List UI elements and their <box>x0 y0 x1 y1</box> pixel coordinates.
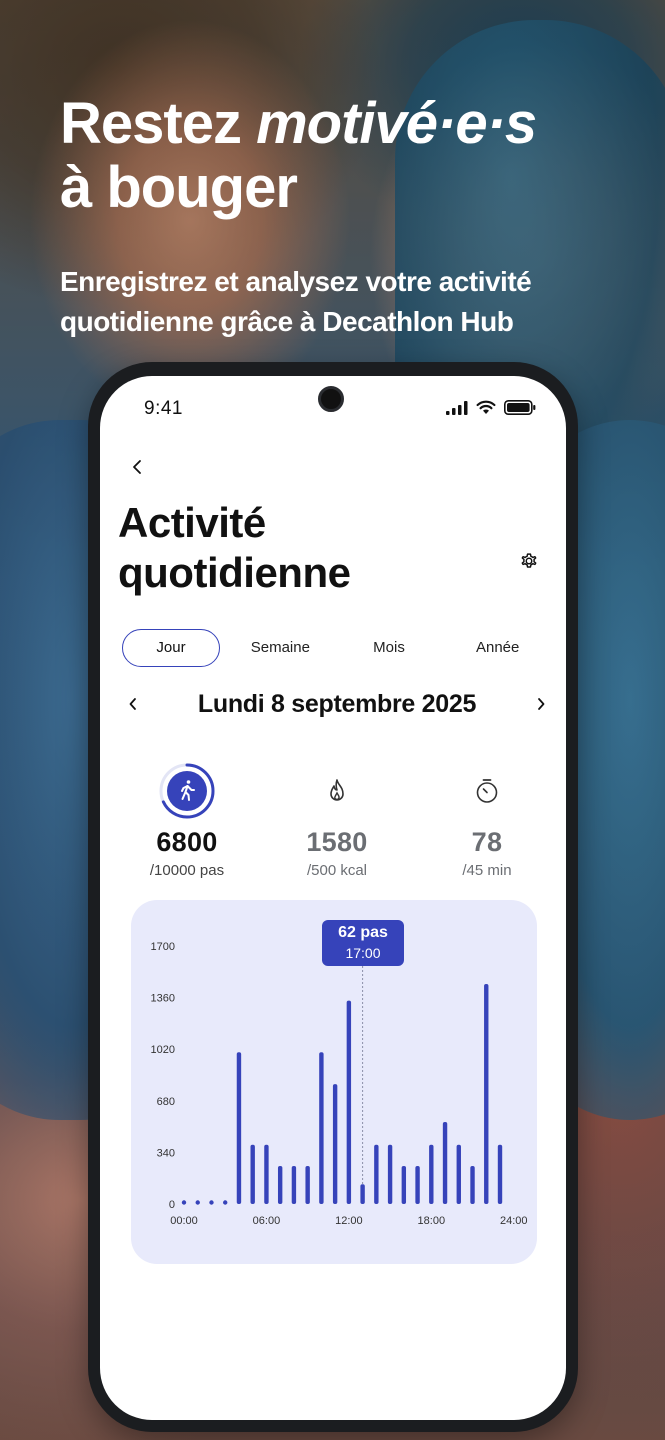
battery-icon <box>504 400 536 415</box>
status-time: 9:41 <box>144 398 183 419</box>
chart-bar[interactable] <box>223 1200 228 1205</box>
date-navigator: Lundi 8 septembre 2025 <box>122 686 552 722</box>
chevron-left-icon <box>133 460 141 474</box>
duration-value: 78 <box>471 827 503 857</box>
chart-bar[interactable] <box>291 1166 297 1204</box>
tooltip-value: 62 pas <box>338 924 388 941</box>
steps-value: 6800 <box>156 827 218 857</box>
calories-value: 1580 <box>306 827 368 857</box>
chart-bar[interactable] <box>497 1144 503 1204</box>
x-tick-label: 18:00 <box>418 1215 446 1227</box>
chart-bar[interactable] <box>484 983 489 1204</box>
y-tick-label: 680 <box>157 1096 175 1108</box>
chart-bar[interactable] <box>415 1166 420 1204</box>
settings-button[interactable] <box>518 550 540 572</box>
stopwatch-icon <box>476 779 498 803</box>
chart-bar[interactable] <box>277 1166 283 1204</box>
headline: Restez motivé·e·s à bouger <box>60 92 640 220</box>
chart-bar[interactable] <box>319 1052 324 1204</box>
chevron-left-icon <box>129 698 136 710</box>
y-tick-label: 340 <box>157 1147 175 1159</box>
next-day-button[interactable] <box>530 693 552 715</box>
chart-bar[interactable] <box>401 1166 407 1204</box>
x-tick-label: 24:00 <box>500 1215 528 1227</box>
current-date: Lundi 8 septembre 2025 <box>197 689 477 718</box>
previous-day-button[interactable] <box>122 693 144 715</box>
chart-bar[interactable] <box>250 1144 255 1204</box>
headline-emphasis: motivé·e·s <box>256 91 537 156</box>
activity-stats: 6800 /10000 pas 1580 /500 kcal 78 /45 mi… <box>122 761 552 881</box>
chart-bar[interactable] <box>305 1166 310 1204</box>
chart-bar[interactable] <box>195 1200 200 1205</box>
duration-stat[interactable]: 78 /45 min <box>422 761 552 881</box>
steps-progress-ring <box>159 763 215 819</box>
duration-goal: /45 min <box>462 862 512 879</box>
tooltip-time: 17:00 <box>345 945 381 961</box>
chart-bar[interactable] <box>429 1144 434 1204</box>
chart-bar[interactable] <box>209 1200 214 1205</box>
gear-icon <box>521 553 537 568</box>
chart-bar[interactable] <box>442 1122 448 1204</box>
headline-line-2: à bouger <box>60 155 298 220</box>
chart-bar[interactable] <box>346 1000 352 1204</box>
chart-bar[interactable] <box>181 1200 187 1205</box>
signal-icon <box>446 400 468 415</box>
headline-text-a: Restez <box>60 91 257 156</box>
tab-mois[interactable]: Mois <box>335 629 444 667</box>
y-tick-label: 1020 <box>151 1044 175 1056</box>
flame-icon <box>330 779 344 801</box>
status-bar: 9:41 <box>100 394 566 424</box>
y-tick-label: 1360 <box>151 993 175 1005</box>
calories-stat[interactable]: 1580 /500 kcal <box>272 761 402 881</box>
chart-bar[interactable] <box>236 1052 242 1204</box>
tab-annee[interactable]: Année <box>443 629 552 667</box>
chart-bar[interactable] <box>332 1084 338 1204</box>
page-title: Activité quotidienne <box>118 499 351 596</box>
chart-bar[interactable] <box>360 1184 365 1204</box>
tab-jour[interactable]: Jour <box>122 629 220 667</box>
chart-bar[interactable] <box>374 1144 379 1204</box>
chart-tooltip: 62 pas 17:00 <box>322 920 404 966</box>
y-tick-label: 0 <box>169 1199 175 1211</box>
steps-chart: 1700 1360 1020 680 340 0 00:00 06:00 12:00 18:00 2… <box>131 900 537 1264</box>
tab-semaine[interactable]: Semaine <box>226 629 335 667</box>
subheadline: Enregistrez et analysez votre activité q… <box>60 266 532 337</box>
period-tabs: Jour Semaine Mois Année <box>122 628 552 668</box>
calories-goal: /500 kcal <box>306 862 368 879</box>
chart-bar[interactable] <box>387 1144 393 1204</box>
phone-frame: 9:41 Activité quotidienne Jour Semaine M… <box>88 362 578 1432</box>
phone-screen: 9:41 Activité quotidienne Jour Semaine M… <box>100 376 566 1420</box>
chart-bar[interactable] <box>264 1144 269 1204</box>
y-tick-label: 1700 <box>151 941 175 953</box>
x-tick-label: 06:00 <box>253 1215 281 1227</box>
x-tick-label: 12:00 <box>335 1215 363 1227</box>
chevron-right-icon <box>538 698 545 710</box>
chart-bar[interactable] <box>456 1144 461 1204</box>
wifi-icon <box>476 400 496 414</box>
steps-goal: /10000 pas <box>149 862 225 879</box>
x-tick-label: 00:00 <box>170 1215 198 1227</box>
back-button[interactable] <box>126 456 148 478</box>
steps-stat[interactable]: 6800 /10000 pas <box>122 761 252 881</box>
chart-bar[interactable] <box>470 1166 475 1204</box>
